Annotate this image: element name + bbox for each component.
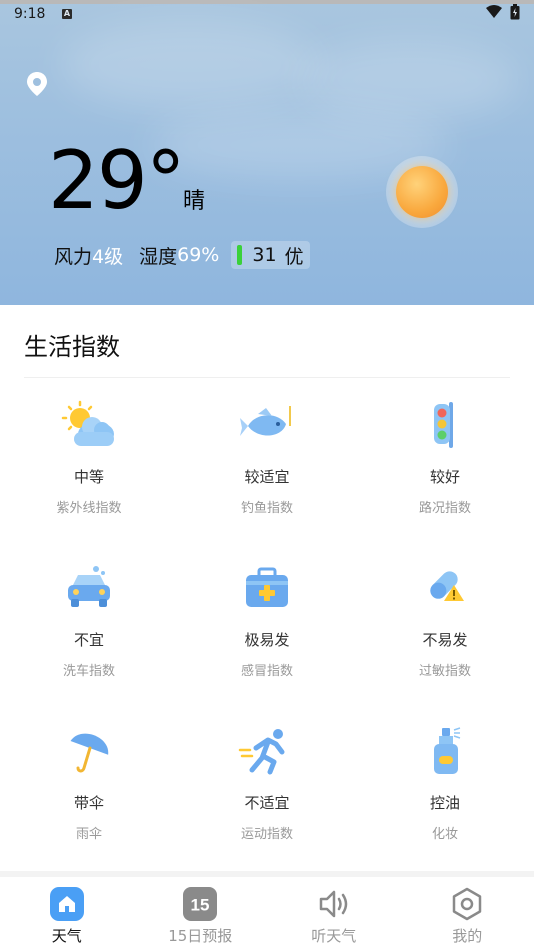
life-item-name: 紫外线指数 <box>56 501 122 516</box>
divider <box>24 377 510 378</box>
life-item-name: 运动指数 <box>240 827 293 842</box>
home-icon <box>49 887 84 921</box>
wind-value: 4级 <box>92 245 124 268</box>
life-item-sport[interactable]: 不适宜 运动指数 <box>178 726 356 889</box>
life-item-level: 不适宜 <box>244 794 290 812</box>
life-item-car-wash[interactable]: 不宜 洗车指数 <box>0 563 178 726</box>
location-pin-icon[interactable] <box>26 71 48 97</box>
spray-bottle-icon <box>434 727 461 774</box>
life-item-umbrella[interactable]: 带伞 雨伞 <box>0 726 178 889</box>
weather-stats: 风力 4级 湿度 69% 31 优 <box>54 241 310 269</box>
life-item-makeup[interactable]: 控油 化妆 <box>356 726 534 889</box>
life-item-name: 化妆 <box>431 827 458 842</box>
status-time: 9:18 <box>14 6 46 22</box>
life-item-level: 控油 <box>429 794 460 812</box>
nav-label: 15日预报 <box>168 927 233 945</box>
status-a-icon: A <box>62 9 72 19</box>
pill-warning-icon <box>430 571 464 601</box>
car-wash-icon <box>68 566 110 607</box>
aqi-level: 优 <box>284 245 304 268</box>
traffic-light-icon <box>434 402 453 448</box>
life-index-section: 生活指数 中等 紫外线指数 较适宜 钓鱼指数 较好 路况指数 不宜 洗车指数 极… <box>0 305 534 871</box>
life-item-level: 不宜 <box>73 631 104 649</box>
weather-condition: 晴 <box>183 189 206 214</box>
life-item-traffic[interactable]: 较好 路况指数 <box>356 400 534 563</box>
life-index-title: 生活指数 <box>24 333 120 361</box>
nav-label: 天气 <box>51 927 82 945</box>
nav-item-weather[interactable]: 天气 <box>0 877 134 950</box>
life-item-allergy[interactable]: 不易发 过敏指数 <box>356 563 534 726</box>
life-index-grid: 中等 紫外线指数 较适宜 钓鱼指数 较好 路况指数 不宜 洗车指数 极易发 感冒… <box>0 400 534 889</box>
fish-icon <box>240 406 291 436</box>
life-item-name: 路况指数 <box>418 501 471 516</box>
humidity-label: 湿度 <box>139 245 178 268</box>
life-item-level: 带伞 <box>73 794 104 812</box>
humidity-value: 69% <box>177 244 220 266</box>
calendar-badge: 15 <box>191 896 210 915</box>
life-item-level: 极易发 <box>244 631 290 649</box>
wind-label: 风力 <box>54 245 93 268</box>
nav-label: 我的 <box>452 927 483 945</box>
runner-icon <box>238 729 285 775</box>
current-temperature: 29° <box>48 134 186 227</box>
nav-item-forecast[interactable]: 15 15日预报 <box>134 877 268 950</box>
aqi-bar-icon <box>237 245 243 265</box>
life-item-name: 感冒指数 <box>240 664 293 679</box>
aqi-badge[interactable]: 31 优 <box>231 241 310 269</box>
life-item-name: 钓鱼指数 <box>240 501 293 516</box>
medkit-icon <box>246 567 288 607</box>
sun-cloud-icon <box>61 400 114 446</box>
sun-icon <box>386 156 458 228</box>
life-item-cold[interactable]: 极易发 感冒指数 <box>178 563 356 726</box>
life-item-name: 过敏指数 <box>418 664 471 679</box>
life-item-name: 洗车指数 <box>62 664 115 679</box>
speaker-icon <box>319 890 347 918</box>
status-icons <box>486 4 520 20</box>
weather-hero: 9:18 A 29° 晴 风力 4级 湿度 69% 31 优 <box>0 0 534 305</box>
life-item-uv[interactable]: 中等 紫外线指数 <box>0 400 178 563</box>
nav-item-listen[interactable]: 听天气 <box>267 877 401 950</box>
life-item-fishing[interactable]: 较适宜 钓鱼指数 <box>178 400 356 563</box>
life-item-level: 中等 <box>73 468 104 486</box>
life-item-name: 雨伞 <box>75 827 102 842</box>
life-item-level: 较好 <box>429 468 460 486</box>
hexagon-settings-icon <box>453 887 482 921</box>
calendar-15-icon: 15 <box>183 887 218 921</box>
aqi-value: 31 <box>252 244 277 266</box>
nav-item-mine[interactable]: 我的 <box>401 877 534 950</box>
nav-label: 听天气 <box>311 927 357 945</box>
wifi-icon <box>486 5 502 18</box>
umbrella-icon <box>70 733 109 773</box>
life-item-level: 不易发 <box>422 631 468 649</box>
battery-icon <box>510 4 520 20</box>
life-item-level: 较适宜 <box>244 468 290 486</box>
bottom-nav: 天气 15 15日预报 听天气 我的 <box>0 877 534 950</box>
